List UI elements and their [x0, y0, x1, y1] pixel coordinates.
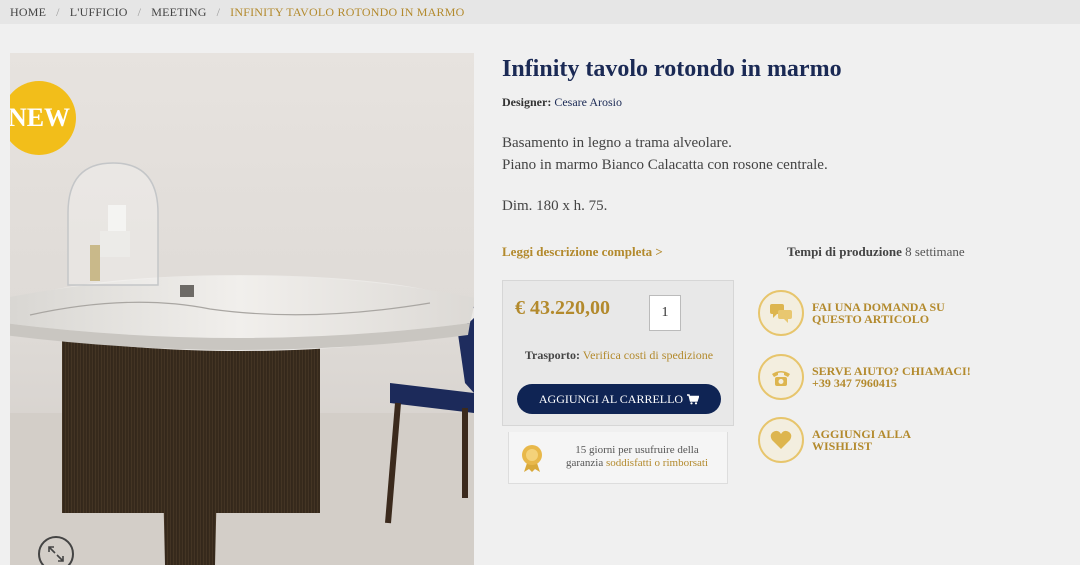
- cart-icon: [687, 393, 700, 404]
- call-us-action[interactable]: SERVE AIUTO? CHIAMACI! +39 347 7960415: [758, 353, 998, 401]
- shipping-label: Trasporto:: [524, 348, 580, 362]
- add-to-cart-button[interactable]: AGGIUNGI AL CARRELLO: [517, 384, 721, 414]
- price-box: € 43.220,00 1 Trasporto: Verifica costi …: [502, 280, 734, 426]
- product-dimensions: Dim. 180 x h. 75.: [502, 198, 608, 214]
- breadcrumb-current: INFINITY TAVOLO ROTONDO IN MARMO: [230, 4, 465, 19]
- breadcrumb-separator: /: [56, 4, 60, 19]
- production-value: 8 settimane: [905, 244, 965, 259]
- breadcrumb: HOME / L'UFFICIO / MEETING / INFINITY TA…: [0, 0, 1080, 24]
- shipping-cost-link[interactable]: Verifica costi di spedizione: [583, 348, 713, 362]
- action-line2: QUESTO ARTICOLO: [812, 312, 930, 326]
- guarantee-text: 15 giorni per usufruire della garanzia s…: [551, 444, 723, 470]
- guarantee-line2: garanzia soddisfatti o rimborsati: [551, 457, 723, 470]
- medal-icon: [522, 445, 542, 472]
- production-label: Tempi di produzione: [787, 244, 902, 259]
- guarantee-link[interactable]: soddisfatti o rimborsati: [606, 457, 708, 469]
- ask-question-action[interactable]: FAI UNA DOMANDA SU QUESTO ARTICOLO: [758, 289, 998, 337]
- product-title: Infinity tavolo rotondo in marmo: [502, 56, 842, 82]
- action-label: SERVE AIUTO? CHIAMACI! +39 347 7960415: [812, 365, 971, 389]
- breadcrumb-separator: /: [137, 4, 142, 19]
- guarantee-prefix: garanzia: [565, 457, 604, 469]
- product-description: Basamento in legno a trama alveolare. Pi…: [502, 132, 828, 176]
- action-line2: WISHLIST: [812, 439, 873, 453]
- action-label: FAI UNA DOMANDA SU QUESTO ARTICOLO: [812, 301, 945, 325]
- guarantee-line1: 15 giorni per usufruire della: [575, 444, 699, 456]
- designer-name[interactable]: Cesare Arosio: [554, 95, 622, 109]
- breadcrumb-ufficio[interactable]: L'UFFICIO: [70, 5, 128, 20]
- designer-line: Designer: Cesare Arosio: [502, 95, 622, 110]
- table-illustration: [10, 162, 474, 565]
- breadcrumb-meeting[interactable]: MEETING: [151, 5, 206, 20]
- chat-icon: [758, 290, 804, 336]
- breadcrumb-separator: /: [216, 4, 221, 19]
- add-wishlist-action[interactable]: AGGIUNGI ALLA WISHLIST: [758, 416, 998, 464]
- shipping-line: Trasporto: Verifica costi di spedizione: [503, 348, 735, 363]
- product-price: € 43.220,00: [515, 297, 610, 319]
- breadcrumb-home[interactable]: HOME: [10, 5, 46, 20]
- guarantee-box: 15 giorni per usufruire della garanzia s…: [508, 432, 728, 484]
- action-label: AGGIUNGI ALLA WISHLIST: [812, 428, 911, 452]
- product-image[interactable]: NEW: [10, 53, 474, 565]
- production-time: Tempi di produzione 8 settimane: [787, 244, 965, 260]
- phone-icon: [758, 354, 804, 400]
- read-more-link[interactable]: Leggi descrizione completa >: [502, 244, 663, 260]
- add-to-cart-label: AGGIUNGI AL CARRELLO: [538, 391, 684, 406]
- quantity-input[interactable]: 1: [649, 295, 681, 331]
- zoom-icon[interactable]: [38, 536, 74, 565]
- description-line: Piano in marmo Bianco Calacatta con roso…: [502, 157, 828, 173]
- description-line: Basamento in legno a trama alveolare.: [502, 135, 732, 151]
- designer-label: Designer:: [502, 95, 552, 109]
- heart-icon: [758, 417, 804, 463]
- action-line2: +39 347 7960415: [812, 376, 897, 390]
